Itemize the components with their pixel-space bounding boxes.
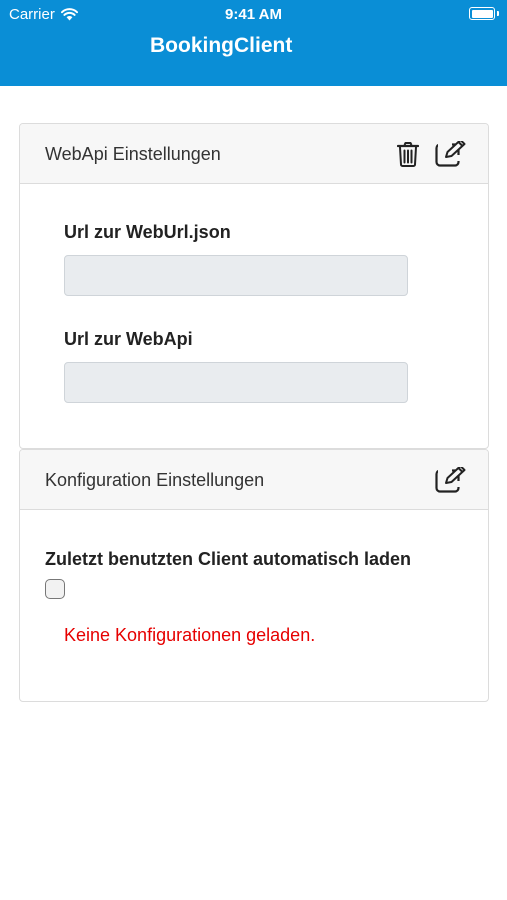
page-title: BookingClient bbox=[150, 34, 293, 57]
configuration-settings-card: Konfiguration Einstellungen Zuletzt benu… bbox=[19, 449, 489, 702]
trash-icon bbox=[397, 141, 419, 167]
config-card-title: Konfiguration Einstellungen bbox=[45, 470, 265, 490]
app-header: Carrier 9:41 AM BookingClient bbox=[0, 0, 507, 86]
webapi-card-header: WebApi Einstellungen bbox=[20, 124, 488, 184]
webapi-url-label: Url zur WebApi bbox=[64, 329, 193, 349]
config-card-header: Konfiguration Einstellungen bbox=[20, 450, 488, 510]
webapi-settings-card: WebApi Einstellungen Url zur WebUrl.json… bbox=[19, 123, 489, 449]
weburl-json-input[interactable] bbox=[64, 255, 408, 296]
error-message: Keine Konfigurationen geladen. bbox=[64, 625, 316, 645]
delete-button[interactable] bbox=[392, 139, 424, 169]
edit-icon bbox=[434, 141, 465, 167]
webapi-url-input[interactable] bbox=[64, 362, 408, 403]
edit-icon bbox=[434, 467, 465, 493]
autoload-checkbox[interactable] bbox=[45, 579, 65, 599]
status-time: 9:41 AM bbox=[225, 6, 282, 23]
battery-icon bbox=[469, 7, 499, 20]
edit-config-button[interactable] bbox=[434, 465, 466, 495]
weburl-json-label: Url zur WebUrl.json bbox=[64, 222, 231, 242]
autoload-label: Zuletzt benutzten Client automatisch lad… bbox=[45, 549, 412, 569]
status-bar: Carrier 9:41 AM bbox=[0, 0, 507, 28]
webapi-card-title: WebApi Einstellungen bbox=[45, 144, 221, 164]
edit-webapi-button[interactable] bbox=[434, 139, 466, 169]
